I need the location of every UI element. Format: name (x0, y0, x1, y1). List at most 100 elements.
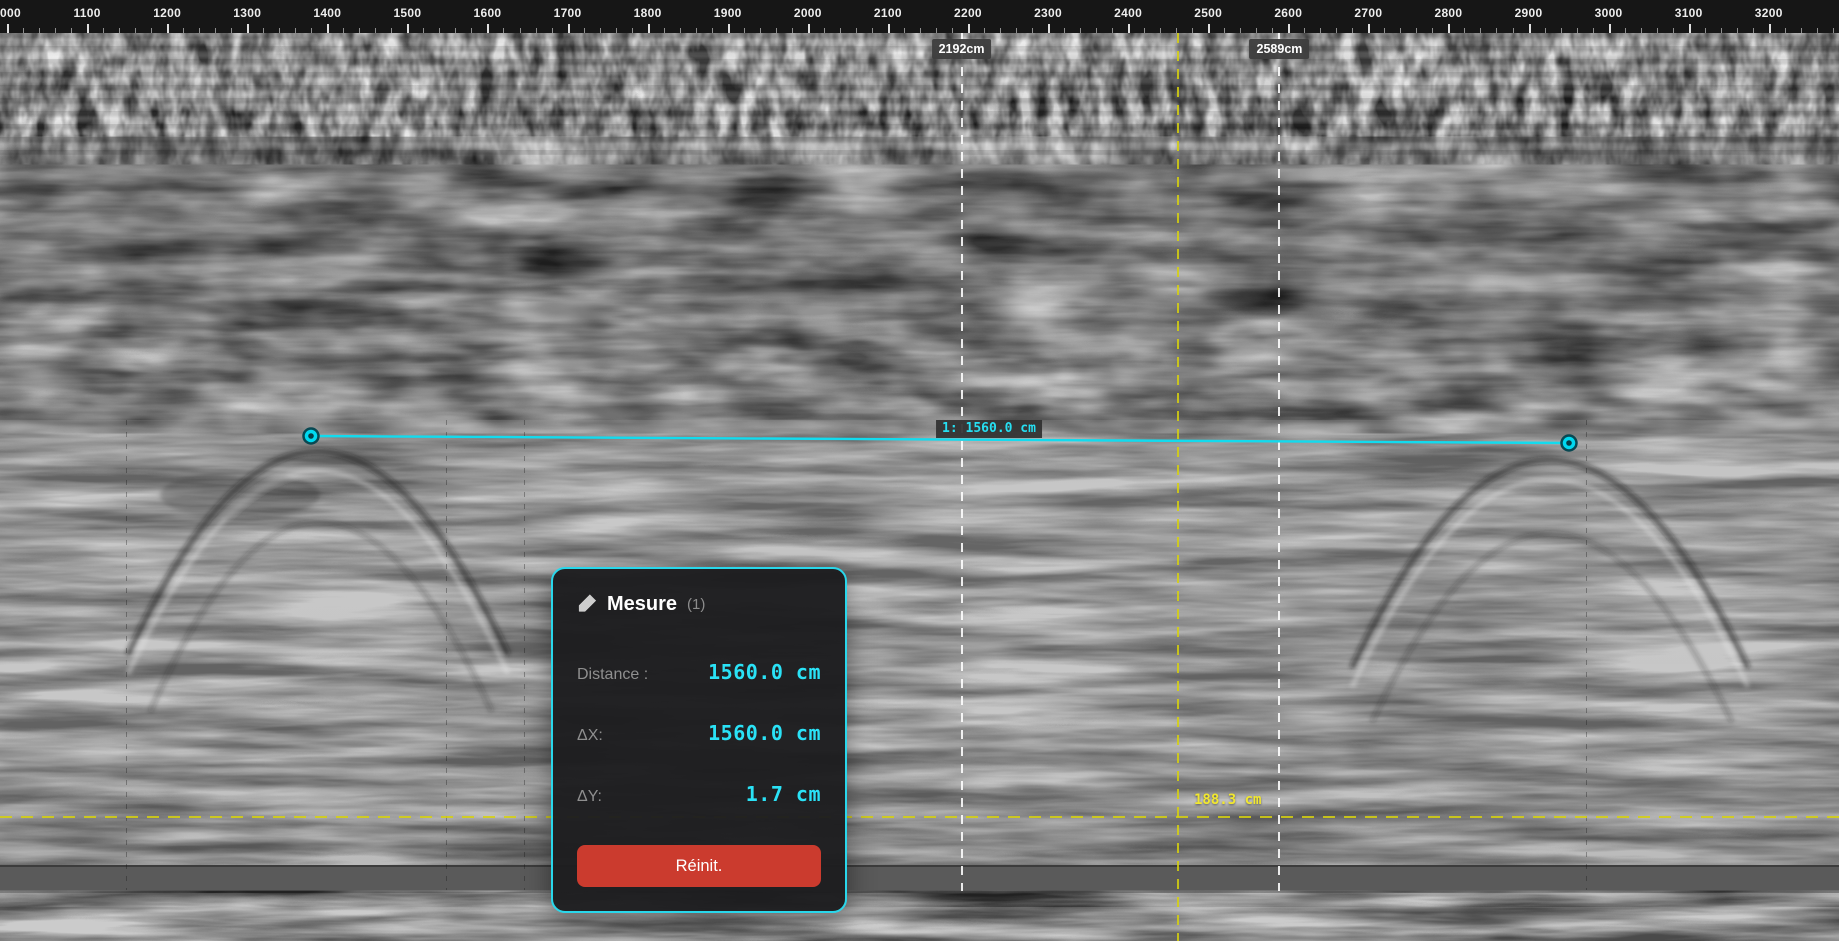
ruler-tick (23, 28, 24, 33)
reset-button[interactable]: Réinit. (577, 845, 821, 887)
marker-guide-label[interactable]: 2589cm (1250, 39, 1310, 59)
ruler-tick (760, 28, 761, 33)
ruler-tick (55, 28, 56, 33)
ruler-tick (407, 24, 409, 33)
ruler-tick (1240, 28, 1241, 33)
ruler-tick (1448, 24, 1450, 33)
radargram-artifact-line (446, 420, 447, 890)
ruler-tick (1400, 28, 1401, 33)
ruler-tick (536, 28, 537, 33)
ruler-tick (1833, 28, 1834, 33)
measurement-line-label: 1: 1560.0 cm (936, 420, 1042, 438)
ruler-tick-label: 2400 (1114, 6, 1142, 20)
ruler-tick (455, 28, 456, 33)
ruler-tick (1529, 24, 1531, 33)
ruler-tick (600, 28, 601, 33)
ruler-tick (1625, 28, 1626, 33)
ruler-tick (135, 28, 136, 33)
ruler-tick-label: 1200 (153, 6, 181, 20)
ruler-tick (552, 28, 553, 33)
ruler-tick (1256, 28, 1257, 33)
ruler-tick (808, 24, 810, 33)
ruler-tick (872, 28, 873, 33)
measurement-panel: Mesure (1) Distance : 1560.0 cm ΔX: 1560… (551, 567, 847, 913)
ruler-tick-label: 1400 (313, 6, 341, 20)
ruler-tick (1384, 28, 1385, 33)
ruler-tick (968, 24, 970, 33)
ruler-tick (151, 28, 152, 33)
ruler-tick-label: 1600 (474, 6, 502, 20)
ruler-tick (1657, 28, 1658, 33)
ruler-tick (776, 28, 777, 33)
ruler-tick-label: 2600 (1274, 6, 1302, 20)
ruler-tick (1336, 28, 1337, 33)
ruler-tick (1609, 24, 1611, 33)
ruler-tick (295, 28, 296, 33)
dx-label: ΔX: (577, 727, 603, 745)
ruler-tick (584, 28, 585, 33)
ruler-tick (1464, 28, 1465, 33)
distance-label: Distance : (577, 666, 648, 684)
ruler-tick (1288, 24, 1290, 33)
ruler-tick (632, 28, 633, 33)
ruler-tick (1080, 28, 1081, 33)
ruler-tick (568, 24, 570, 33)
ruler-tick-label: 1000 (0, 6, 21, 20)
ruler-tick (1304, 28, 1305, 33)
distance-value: 1560.0 cm (708, 660, 821, 684)
ruler-tick-label: 2900 (1515, 6, 1543, 20)
ruler-tick (327, 24, 329, 33)
ruler-tick (1689, 24, 1691, 33)
ruler-tick (1112, 28, 1113, 33)
ruler-tick (439, 28, 440, 33)
ruler-tick (7, 24, 9, 33)
ruler-tick (616, 28, 617, 33)
ruler-tick (1641, 28, 1642, 33)
ruler-tick (904, 28, 905, 33)
measurement-row-distance: Distance : 1560.0 cm (577, 660, 821, 684)
ruler-tick (1000, 28, 1001, 33)
ruler-tick (856, 28, 857, 33)
ruler-tick (343, 28, 344, 33)
ruler-tick-label: 2000 (794, 6, 822, 20)
dx-value: 1560.0 cm (708, 721, 821, 745)
ruler-tick (1480, 28, 1481, 33)
ruler-tick (263, 28, 264, 33)
ruler-tick-label: 3100 (1675, 6, 1703, 20)
radargram-artifact-line (524, 420, 525, 890)
ruler-tick (696, 28, 697, 33)
marker-guide-label[interactable]: 2192cm (932, 39, 992, 59)
ruler-tick (1032, 28, 1033, 33)
measurement-panel-header: Mesure (1) (577, 593, 821, 616)
ruler-tick (391, 28, 392, 33)
ruler-tick-label: 3000 (1595, 6, 1623, 20)
ruler-tick (984, 28, 985, 33)
dy-label: ΔY: (577, 788, 602, 806)
section-divider-band (0, 865, 1839, 893)
ruler-tick (952, 28, 953, 33)
ruler-tick (824, 28, 825, 33)
ruler-tick (1048, 24, 1050, 33)
ruler-tick (87, 24, 89, 33)
ruler-tick (1368, 24, 1370, 33)
ruler-tick (1753, 28, 1754, 33)
measurement-row-dx: ΔX: 1560.0 cm (577, 721, 821, 745)
ruler-tick (1432, 28, 1433, 33)
ruler-tick (199, 28, 200, 33)
ruler-tick-label: 1700 (554, 6, 582, 20)
ruler-tick-label: 2500 (1194, 6, 1222, 20)
ruler-tick (1705, 28, 1706, 33)
ruler-tick (1352, 28, 1353, 33)
ruler-tick-label: 1900 (714, 6, 742, 20)
ruler-tick (1128, 24, 1130, 33)
ruler-tick (1577, 28, 1578, 33)
ruler-tick (1320, 28, 1321, 33)
ruler-tick (311, 28, 312, 33)
ruler-tick (664, 28, 665, 33)
ruler-tick-label: 2700 (1354, 6, 1382, 20)
ruler-tick (471, 28, 472, 33)
measurement-count: (1) (687, 596, 705, 613)
ruler-tick (728, 24, 730, 33)
ruler-tick (1272, 28, 1273, 33)
ruler-tick-label: 2300 (1034, 6, 1062, 20)
